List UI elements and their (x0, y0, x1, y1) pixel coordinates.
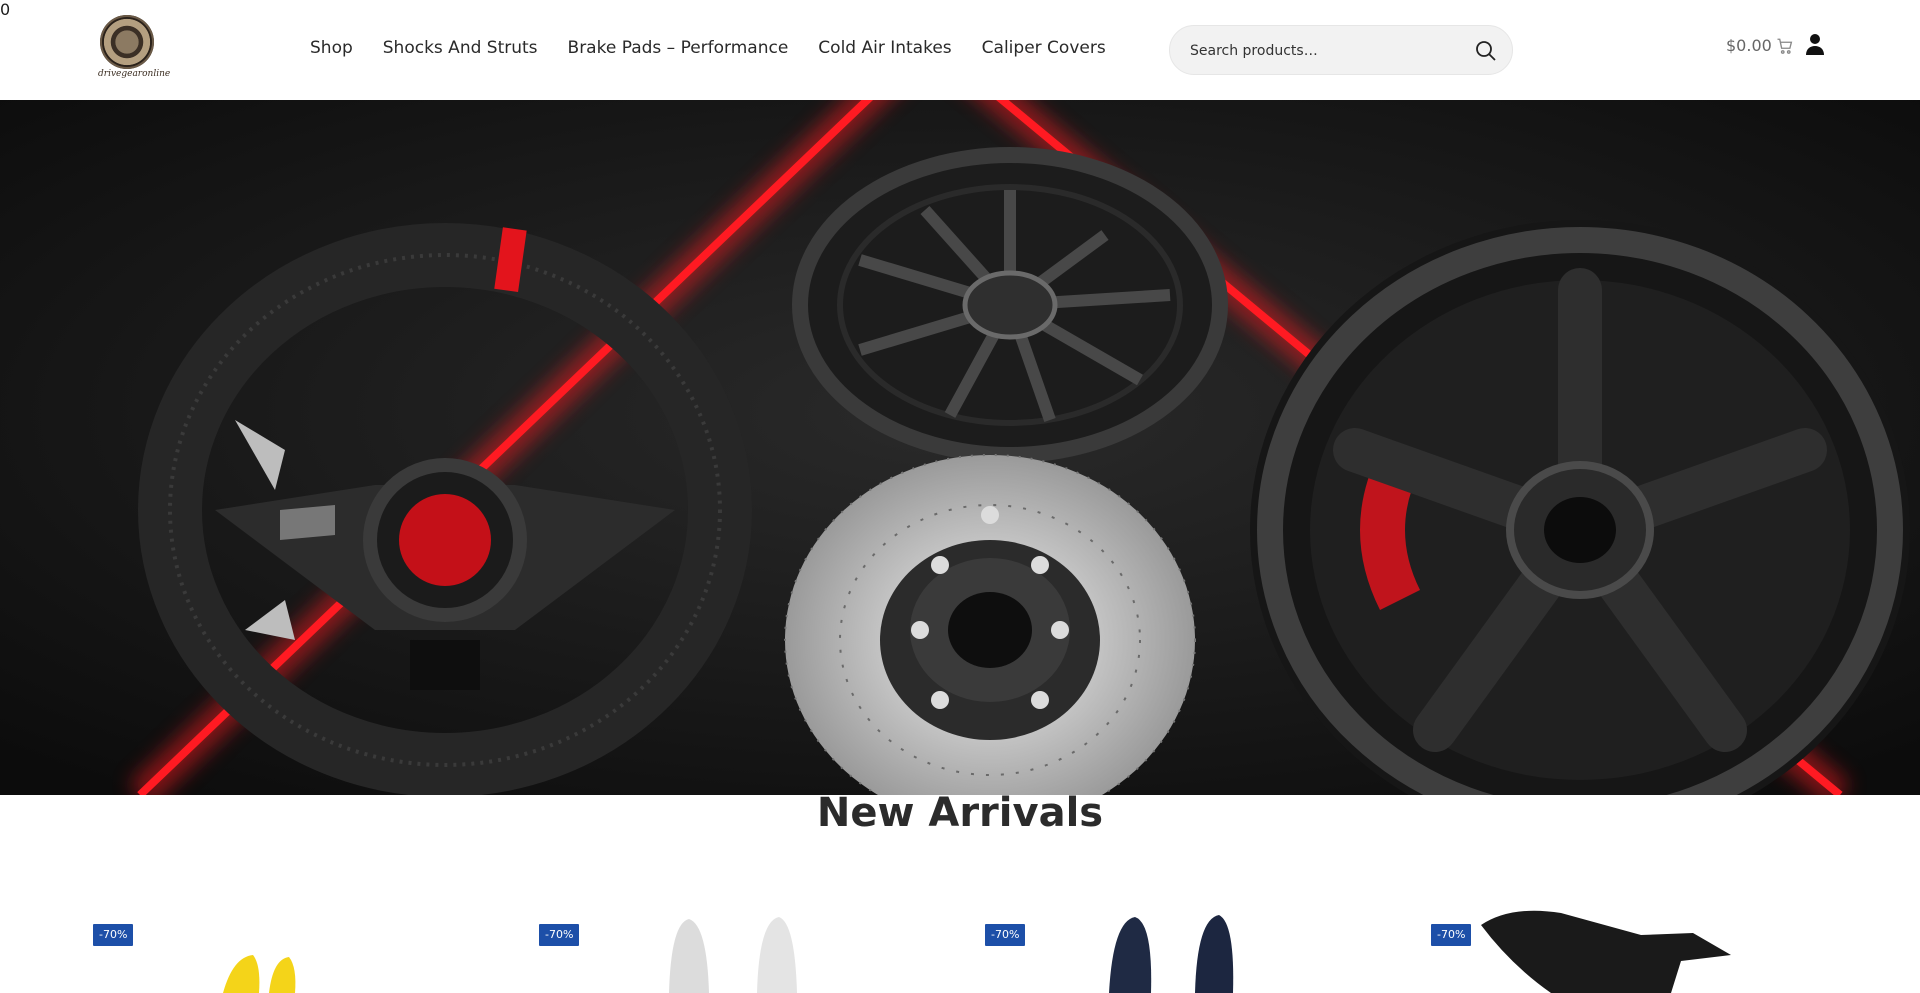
nav-item-cold-air-intakes[interactable]: Cold Air Intakes (818, 38, 951, 58)
site-header: drivegearonline Shop Shocks And Struts B… (0, 0, 1920, 100)
product-card[interactable]: -70% (1431, 905, 1851, 993)
cart-amount: $0.00 (1726, 36, 1772, 55)
nav-item-caliper-covers[interactable]: Caliper Covers (982, 38, 1106, 58)
logo-wordmark: drivegearonline (98, 69, 171, 79)
hero-image (0, 100, 1920, 795)
hero-banner[interactable] (0, 100, 1920, 795)
discount-badge: -70% (1431, 924, 1472, 946)
cart-icon (1777, 38, 1793, 54)
discount-badge: -70% (539, 924, 580, 946)
product-card[interactable]: -70% (539, 905, 959, 993)
product-search (1169, 25, 1513, 75)
nav-item-brake-pads[interactable]: Brake Pads – Performance (568, 38, 789, 58)
product-grid: -70% -70% -70% -70% (0, 905, 1920, 993)
carbon-rim (792, 147, 1228, 463)
product-image (223, 955, 296, 993)
product-card[interactable]: -70% (985, 905, 1405, 993)
product-image (1109, 915, 1234, 993)
site-logo[interactable]: drivegearonline (98, 15, 171, 85)
product-card[interactable]: -70% (93, 905, 513, 993)
cart-link[interactable]: $0.00 (1726, 36, 1794, 55)
discount-badge: -70% (93, 924, 134, 946)
search-input[interactable] (1190, 40, 1460, 62)
product-image (1481, 910, 1731, 993)
search-icon[interactable] (1474, 39, 1498, 63)
nav-item-shop[interactable]: Shop (310, 38, 353, 58)
discount-badge: -70% (985, 924, 1026, 946)
account-icon[interactable] (1806, 33, 1824, 55)
logo-emblem (100, 15, 154, 69)
section-title-new-arrivals: New Arrivals (816, 790, 1104, 836)
product-image (669, 917, 797, 993)
nav-item-shocks-and-struts[interactable]: Shocks And Struts (383, 38, 538, 58)
cart-count-badge: 0 (0, 0, 11, 19)
main-nav: Shop Shocks And Struts Brake Pads – Perf… (310, 38, 1136, 58)
